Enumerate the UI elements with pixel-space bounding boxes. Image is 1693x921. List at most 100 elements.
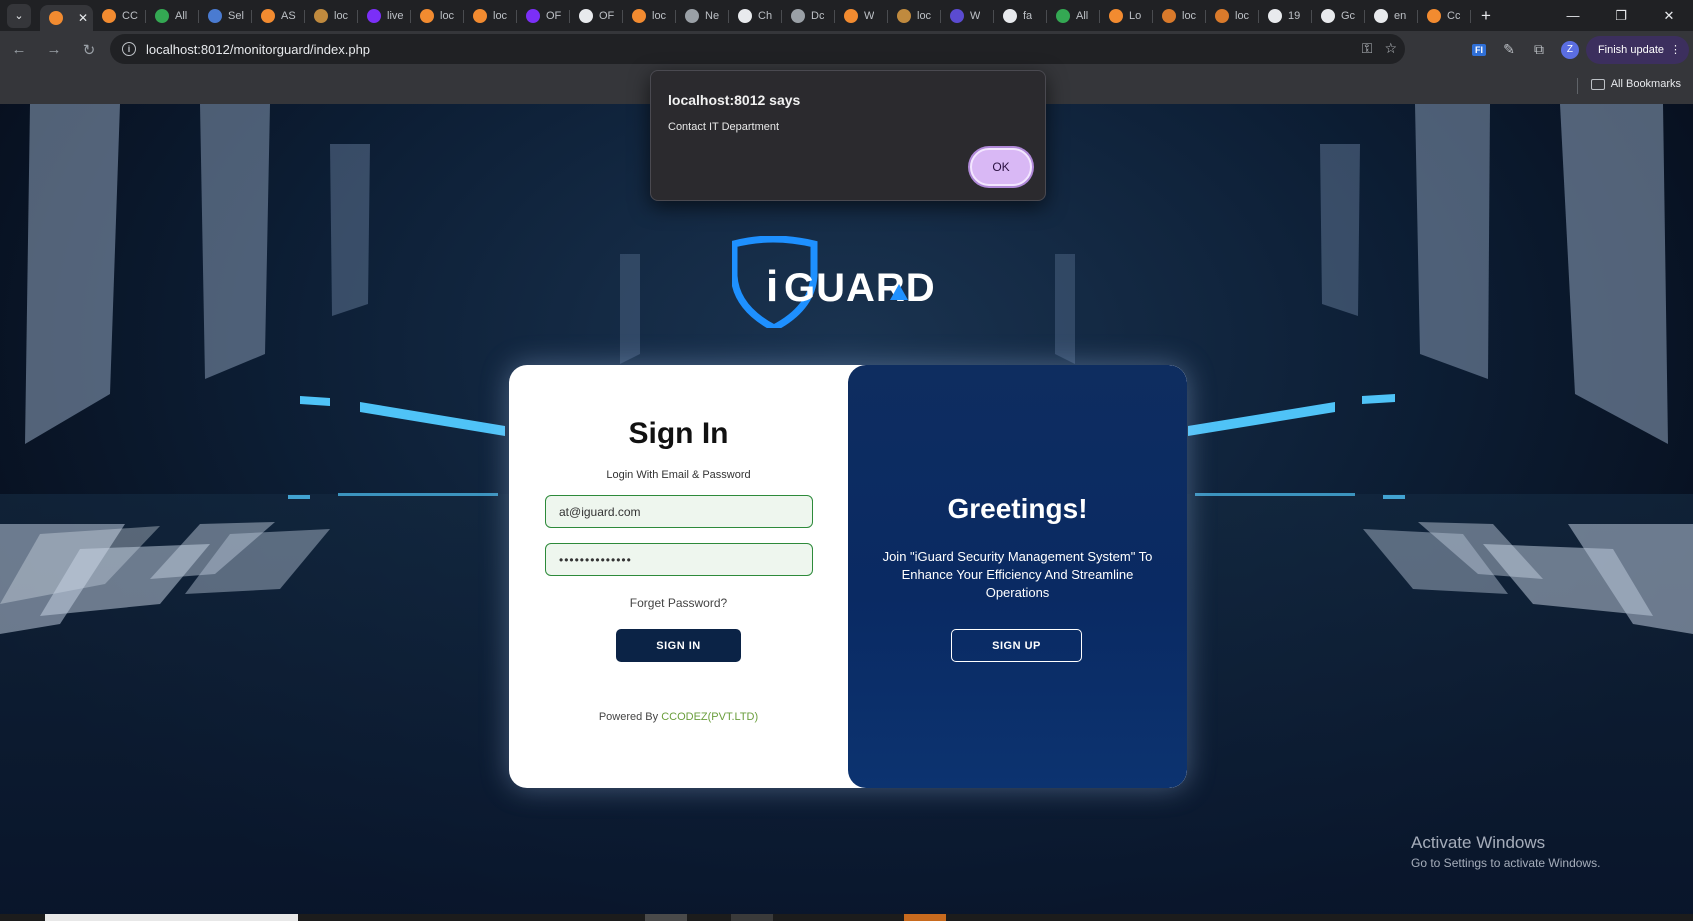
back-icon[interactable]: ← — [3, 34, 35, 66]
browser-tab[interactable]: loc — [411, 3, 464, 29]
browser-tab[interactable]: Ne — [676, 3, 729, 29]
browser-tab[interactable]: loc — [623, 3, 676, 29]
browser-tab[interactable]: Sel — [199, 3, 252, 29]
tab-favicon-icon — [1056, 8, 1070, 23]
browser-tab[interactable]: W — [941, 3, 994, 29]
activate-line-2: Go to Settings to activate Windows. — [1411, 856, 1601, 870]
browser-tab[interactable]: W — [835, 3, 888, 29]
forget-password-link[interactable]: Forget Password? — [509, 596, 848, 610]
finish-update-label: Finish update — [1597, 43, 1664, 56]
powered-prefix: Powered By — [598, 711, 662, 723]
all-bookmarks-button[interactable]: All Bookmarks — [1590, 78, 1681, 90]
tab-favicon-icon — [420, 8, 434, 23]
tab-favicon-icon — [1003, 8, 1017, 23]
tab-label: loc — [334, 9, 349, 22]
tab-search-button[interactable]: ⌄ — [7, 3, 31, 28]
tab-favicon-icon — [526, 8, 540, 23]
browser-tab[interactable]: CC — [93, 3, 146, 29]
restore-icon[interactable]: ❐ — [1597, 0, 1645, 31]
signin-subtitle: Login With Email & Password — [606, 469, 751, 481]
browser-tab[interactable]: Cc — [1418, 3, 1471, 29]
tab-favicon-icon — [1215, 8, 1229, 23]
tab-favicon-icon — [685, 8, 699, 23]
taskbar-item[interactable] — [731, 914, 773, 921]
browser-tab[interactable]: All — [146, 3, 199, 29]
tab-favicon-icon — [844, 8, 858, 23]
tab-label: loc — [1235, 9, 1250, 22]
tab-label: 19 — [1288, 9, 1301, 22]
reload-icon[interactable]: ↻ — [73, 34, 105, 66]
browser-tab[interactable]: AS — [252, 3, 305, 29]
browser-tab[interactable]: ✕ — [40, 5, 93, 31]
all-bookmarks-label: All Bookmarks — [1610, 78, 1681, 90]
activate-line-1: Activate Windows — [1411, 833, 1546, 852]
greetings-panel: Greetings! Join "iGuard Security Managem… — [848, 365, 1187, 788]
address-bar[interactable]: i localhost:8012/monitorguard/index.php … — [110, 34, 1405, 64]
pen-extension-icon[interactable]: ✎ — [1494, 35, 1524, 65]
browser-tab[interactable]: loc — [888, 3, 941, 29]
tab-label: loc — [652, 9, 667, 22]
taskbar-item[interactable] — [645, 914, 687, 921]
dialog-title: localhost:8012 says — [668, 92, 801, 108]
tab-favicon-icon — [950, 8, 964, 23]
browser-tab[interactable]: loc — [464, 3, 517, 29]
taskbar-item[interactable] — [904, 914, 946, 921]
browser-tab[interactable]: All — [1047, 3, 1100, 29]
tab-label: All — [1076, 9, 1089, 22]
profile-avatar[interactable]: Z — [1560, 40, 1579, 59]
tab-label: Lo — [1129, 9, 1142, 22]
auth-card: Sign In Login With Email & Password at@i… — [509, 365, 1187, 788]
tab-label: OF — [599, 9, 615, 22]
puzzle-extensions-icon[interactable]: ⧉ — [1524, 35, 1554, 65]
tab-favicon-icon — [1427, 8, 1441, 23]
email-field[interactable]: at@iguard.com — [545, 495, 813, 528]
browser-tab[interactable]: Lo — [1100, 3, 1153, 29]
tab-favicon-icon — [208, 8, 222, 23]
extension-icon[interactable]: FI — [1464, 35, 1494, 65]
forward-icon[interactable]: → — [38, 34, 70, 66]
signin-button[interactable]: SIGN IN — [616, 629, 741, 662]
minimize-icon[interactable]: — — [1549, 0, 1597, 31]
browser-tab[interactable]: 19 — [1259, 3, 1312, 29]
tab-label: live — [387, 9, 404, 22]
tab-close-icon[interactable]: ✕ — [74, 11, 88, 25]
more-menu-icon: ⋮ — [1670, 44, 1681, 56]
greetings-text: Join "iGuard Security Management System"… — [882, 549, 1153, 600]
dialog-ok-button[interactable]: OK — [970, 148, 1032, 186]
browser-tab[interactable]: Gc — [1312, 3, 1365, 29]
tab-favicon-icon — [473, 8, 487, 23]
browser-tab[interactable]: Ch — [729, 3, 782, 29]
browser-tab[interactable]: OF — [570, 3, 623, 29]
bookmark-star-icon[interactable]: ☆ — [1384, 40, 1397, 57]
finish-update-button[interactable]: Finish update ⋮ — [1585, 35, 1689, 64]
tab-label: CC — [122, 9, 138, 22]
taskbar-item[interactable] — [45, 914, 298, 921]
signup-button[interactable]: SIGN UP — [951, 629, 1082, 662]
browser-tab[interactable]: live — [358, 3, 411, 29]
tab-strip: ⌄ ✕ CC All Sel AS loc live loc loc OF OF loc Ne Ch Dc W… — [0, 0, 1693, 31]
browser-tab[interactable]: fa — [994, 3, 1047, 29]
tab-label: Dc — [811, 9, 825, 22]
powered-by: Powered By CCODEZ(PVT.LTD) — [509, 711, 848, 723]
logo-text-i: i — [766, 262, 778, 311]
browser-tab[interactable]: loc — [305, 3, 358, 29]
tab-label: Gc — [1341, 9, 1356, 22]
powered-brand-link[interactable]: CCODEZ(PVT.LTD) — [661, 711, 758, 723]
browser-tab[interactable]: OF — [517, 3, 570, 29]
browser-tab[interactable]: loc — [1153, 3, 1206, 29]
tab-label: en — [1394, 9, 1407, 22]
browser-tab[interactable]: Dc — [782, 3, 835, 29]
tab-label: loc — [493, 9, 508, 22]
tab-label: Cc — [1447, 9, 1461, 22]
new-tab-button[interactable]: + — [1481, 6, 1491, 26]
tab-favicon-icon — [1321, 8, 1335, 23]
browser-tab[interactable]: en — [1365, 3, 1418, 29]
site-info-icon[interactable]: i — [122, 42, 136, 56]
tab-label: fa — [1023, 9, 1033, 22]
signin-title: Sign In — [628, 417, 729, 450]
close-window-icon[interactable]: ✕ — [1645, 0, 1693, 31]
browser-tab[interactable]: loc — [1206, 3, 1259, 29]
password-key-icon[interactable]: ⚿ — [1362, 40, 1373, 57]
tab-favicon-icon — [632, 8, 646, 23]
password-field[interactable]: •••••••••••••• — [545, 543, 813, 576]
